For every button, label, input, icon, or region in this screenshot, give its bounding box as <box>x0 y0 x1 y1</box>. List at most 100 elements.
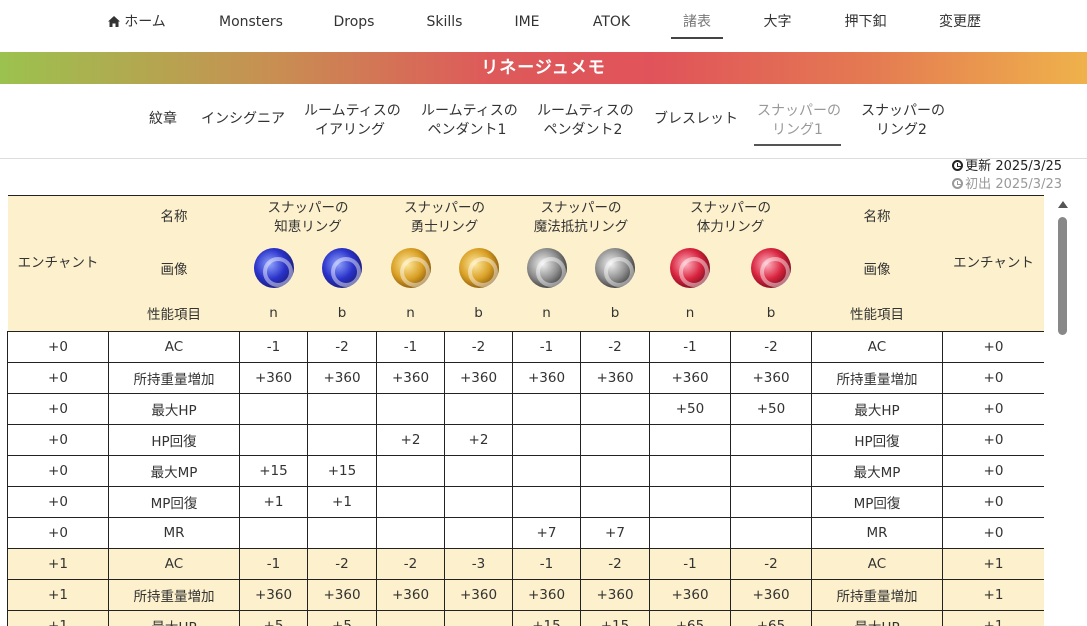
cell-value <box>376 486 445 518</box>
cell-value: +360 <box>512 579 581 611</box>
updated-value: 2025/3/25 <box>995 159 1062 174</box>
nav-skills[interactable]: Skills <box>426 0 463 44</box>
subnav-pendant1[interactable]: ルームティスの ペンダント1 <box>421 102 518 140</box>
cell-value: +360 <box>580 362 650 394</box>
nav-home-label: ホーム <box>124 14 166 30</box>
top-navigation: ホーム Monsters Drops Skills IME ATOK 諸表 大字… <box>0 0 1087 52</box>
cell-stat-name: 最大HP <box>811 610 943 626</box>
ring-stats-table: エンチャント 名称 スナッパーの 知恵リング スナッパーの 勇士リング スナッパーの… <box>7 195 1044 626</box>
cell-value <box>580 393 650 425</box>
first-label: 初出 <box>965 177 992 192</box>
site-title[interactable]: リネージュメモ <box>481 58 605 78</box>
cell-value: -2 <box>730 331 812 363</box>
header-variant: n <box>376 295 445 332</box>
cell-value <box>580 455 650 487</box>
table-row: +0 MP回復 +1 +1 MP回復 +0 <box>7 486 1044 518</box>
scroll-up-arrow-icon[interactable] <box>1058 201 1068 208</box>
header-enchant-left: エンチャント <box>7 195 109 332</box>
subnav-label: ブレスレット <box>654 111 738 127</box>
subnav-insignia[interactable]: インシグニア <box>201 110 285 129</box>
subnav-earring[interactable]: ルームティスの イアリング <box>304 102 401 140</box>
cell-enchant: +0 <box>942 393 1044 425</box>
cell-value: +50 <box>649 393 731 425</box>
ring-image-cell <box>730 239 812 296</box>
cell-value <box>444 517 513 549</box>
scroll-thumb[interactable] <box>1058 217 1067 335</box>
magic-resist-ring-image <box>526 247 567 288</box>
nav-changelog[interactable]: 変更歴 <box>938 0 982 44</box>
cell-value <box>239 393 308 425</box>
cell-value <box>580 486 650 518</box>
cell-stat-name: HP回復 <box>108 424 240 456</box>
cell-enchant: +1 <box>7 610 109 626</box>
cell-stat-name: AC <box>811 331 943 363</box>
cell-value: -1 <box>239 331 308 363</box>
header-variant: b <box>444 295 513 332</box>
subnav-crest[interactable]: 紋章 <box>149 110 177 129</box>
ring-name-line1: スナッパーの <box>267 199 349 216</box>
table-row: +0 AC -1 -2 -1 -2 -1 -2 -1 -2 AC +0 <box>7 331 1044 363</box>
cell-value: -1 <box>649 548 731 580</box>
table-scrollbar[interactable] <box>1054 195 1072 626</box>
ring-name-line1: スナッパーの <box>540 199 622 216</box>
cell-value <box>239 517 308 549</box>
cell-value: -1 <box>512 548 581 580</box>
cell-value <box>307 517 377 549</box>
header-image-left: 画像 <box>108 239 240 296</box>
ring-name-line2: 知恵リング <box>274 218 342 235</box>
cell-value <box>649 517 731 549</box>
cell-stat-name: MP回復 <box>811 486 943 518</box>
nav-buttons[interactable]: 押下釦 <box>844 0 887 44</box>
cell-stat-name: MP回復 <box>108 486 240 518</box>
nav-atok[interactable]: ATOK <box>592 0 631 44</box>
nav-drops[interactable]: Drops <box>333 0 375 44</box>
cell-value: +360 <box>307 579 377 611</box>
cell-value <box>444 486 513 518</box>
cell-value: -2 <box>307 331 377 363</box>
cell-value: -1 <box>512 331 581 363</box>
cell-stat-name: AC <box>108 548 240 580</box>
header-variant: b <box>580 295 650 332</box>
subnav-bracelet[interactable]: ブレスレット <box>654 110 738 129</box>
cell-value <box>376 610 445 626</box>
nav-ime[interactable]: IME <box>513 0 541 44</box>
cell-value <box>376 393 445 425</box>
ring-image-cell <box>376 239 445 296</box>
cell-value: +360 <box>580 579 650 611</box>
cell-value: +65 <box>649 610 731 626</box>
cell-enchant: +0 <box>942 424 1044 456</box>
cell-enchant: +0 <box>7 424 109 456</box>
cell-value: +1 <box>239 486 308 518</box>
cell-value: -2 <box>376 548 445 580</box>
wisdom-ring-blessed-image <box>322 247 362 288</box>
cell-value: +5 <box>307 610 377 626</box>
subnav-label-line1: スナッパーの <box>757 103 841 119</box>
subnav-snapper-ring1[interactable]: スナッパーの リング1 <box>757 102 841 140</box>
subnav-label-line2: ペンダント1 <box>427 122 507 138</box>
brave-ring-image <box>390 247 431 288</box>
cell-value <box>376 455 445 487</box>
cell-value: +1 <box>307 486 377 518</box>
nav-home[interactable]: ホーム <box>106 0 168 44</box>
cell-value <box>512 424 581 456</box>
subnav-label: インシグニア <box>201 111 285 127</box>
cell-enchant: +0 <box>942 486 1044 518</box>
cell-value <box>307 424 377 456</box>
cell-value <box>649 486 731 518</box>
header-enchant-right: エンチャント <box>942 195 1044 332</box>
cell-value: +360 <box>444 579 513 611</box>
cell-stat-name: 所持重量増加 <box>811 362 943 394</box>
subnav-label-line2: リング2 <box>876 122 927 138</box>
clock-icon <box>952 178 964 189</box>
subnav-snapper-ring2[interactable]: スナッパーの リング2 <box>861 102 945 140</box>
subnav-label-line1: スナッパーの <box>861 103 945 119</box>
cell-value: +15 <box>239 455 308 487</box>
nav-large-text[interactable]: 大字 <box>763 0 792 44</box>
header-ring-vitality: スナッパーの 体力リング <box>649 195 812 240</box>
cell-value: -1 <box>376 331 445 363</box>
nav-monsters[interactable]: Monsters <box>219 0 283 44</box>
subnav-pendant2[interactable]: ルームティスの ペンダント2 <box>537 102 634 140</box>
subnav-label-line1: ルームティスの <box>537 103 634 119</box>
cell-value <box>580 424 650 456</box>
cell-value <box>444 393 513 425</box>
